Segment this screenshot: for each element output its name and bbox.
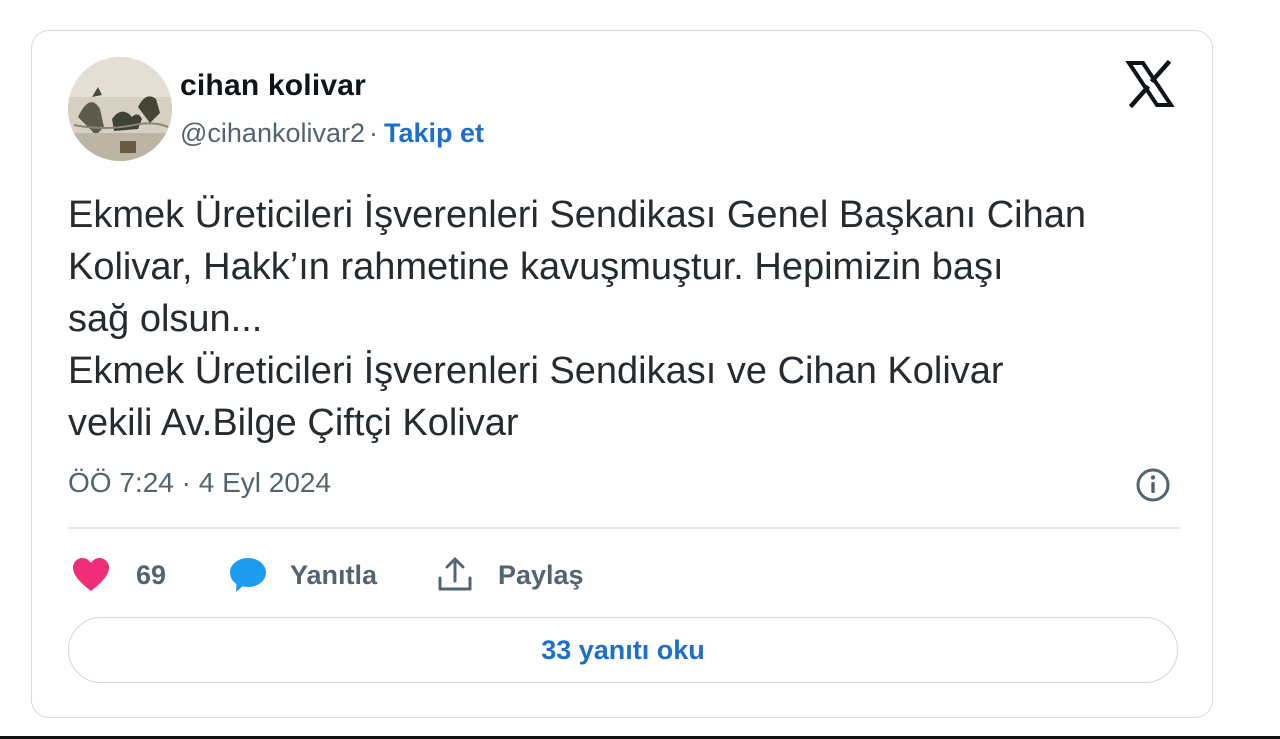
x-logo-icon[interactable] (1125, 59, 1175, 109)
tweet-timestamp[interactable]: ÖÖ 7:24 · 4 Eyl 2024 (68, 467, 331, 499)
tweet-line: Kolivar, Hakk’ın rahmetine kavuşmuştur. … (68, 246, 1004, 288)
info-icon[interactable] (1134, 466, 1172, 504)
avatar[interactable] (68, 57, 172, 161)
tweet-card: cihan kolivar @cihankolivar2 · Takip et Ek… (31, 30, 1213, 718)
author-handle-row: @cihankolivar2 · Takip et (180, 118, 484, 149)
handle-separator: · (369, 118, 378, 148)
author-handle[interactable]: @cihankolivar2 (180, 118, 365, 148)
tweet-line: vekili Av.Bilge Çiftçi Kolivar (68, 402, 519, 444)
avatar-image (68, 57, 172, 161)
tweet-line: sağ olsun... (68, 298, 263, 340)
speech-bubble-icon (230, 558, 266, 592)
follow-button[interactable]: Takip et (384, 118, 484, 148)
reply-label: Yanıtla (290, 559, 378, 590)
read-replies-label: 33 yanıtı oku (541, 634, 705, 665)
share-icon (438, 557, 472, 591)
like-count: 69 (136, 559, 167, 590)
reply-button[interactable]: Yanıtla (228, 553, 377, 597)
tweet-line: Ekmek Üreticileri İşverenleri Sendikası … (68, 194, 1086, 236)
page: cihan kolivar @cihankolivar2 · Takip et Ek… (0, 0, 1280, 739)
share-button[interactable]: Paylaş (436, 553, 584, 597)
author-display-name[interactable]: cihan kolivar (180, 69, 366, 103)
heart-icon (73, 558, 109, 591)
read-replies-button[interactable]: 33 yanıtı oku (68, 617, 1178, 683)
tweet-text: Ekmek Üreticileri İşverenleri Sendikası … (68, 189, 1188, 449)
like-button[interactable]: 69 (72, 553, 166, 597)
share-label: Paylaş (498, 559, 584, 590)
tweet-line: Ekmek Üreticileri İşverenleri Sendikası … (68, 350, 1004, 392)
divider (68, 527, 1180, 529)
